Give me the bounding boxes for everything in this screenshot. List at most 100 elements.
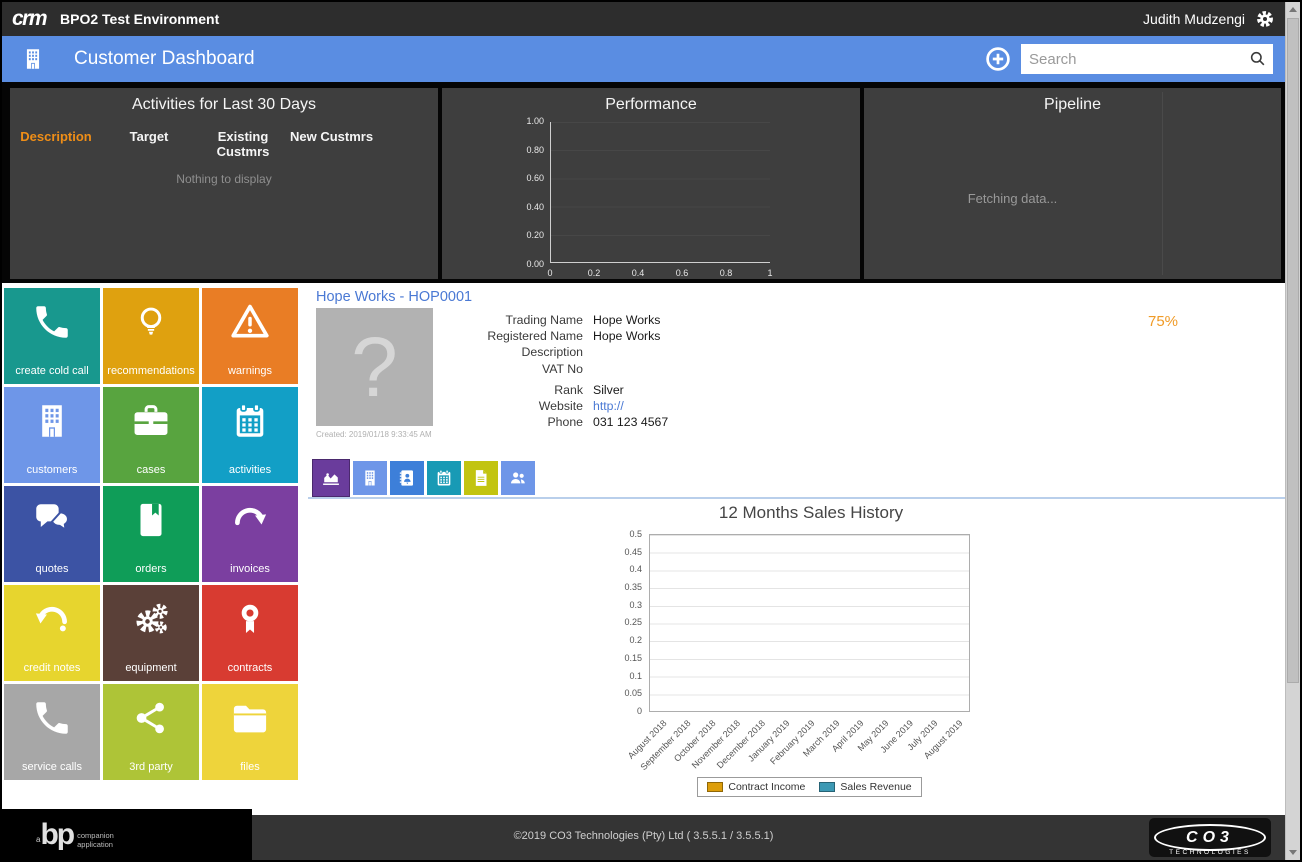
field-row: Website http:// [393,398,668,414]
sales-y-tick: 0.1 [629,670,642,681]
field-label: Description [521,345,583,360]
field-value: Hope Works [593,313,661,327]
tile-activities[interactable]: activities [202,387,298,483]
co3-logo-text: CO3 [1186,828,1234,846]
people-icon [511,472,525,484]
detail-tabs [312,459,535,497]
gears-icon [136,603,168,634]
tab-people[interactable] [501,461,535,495]
performance-y-tick: 0.40 [526,201,544,212]
customer-fields-bottom: Rank Silver Website http:// Phone 031 12… [393,382,668,431]
tile-credit-notes[interactable]: credit notes [4,585,100,681]
scrollbar-thumb[interactable] [1287,18,1299,683]
tile-contracts[interactable]: contracts [202,585,298,681]
tile-equipment[interactable]: equipment [103,585,199,681]
legend-item: Sales Revenue [819,781,912,793]
tab-activities[interactable] [427,461,461,495]
sales-y-tick: 0.2 [629,635,642,646]
tile-orders[interactable]: orders [103,486,199,582]
tile-invoices[interactable]: invoices [202,486,298,582]
field-value[interactable]: 031 123 4567 [593,414,668,430]
module-tiles: create cold call recommendations warning… [4,288,298,780]
legend-swatch [819,782,836,792]
tab-sales-chart[interactable] [312,459,350,497]
share-icon [136,702,164,734]
app-window: crm BPO2 Test Environment Judith Mudzeng… [0,0,1302,862]
field-label: Rank [554,383,583,397]
add-button-icon[interactable] [985,46,1011,72]
x-axis-slot: August 2019 [922,715,970,777]
customer-progress-percent: 75% [1148,313,1179,330]
field-value[interactable]: http:// [593,398,624,414]
calendar-icon [437,469,451,486]
tile-label: orders [135,563,167,575]
tile-files[interactable]: files [202,684,298,780]
legend-swatch [707,782,724,792]
top-bar: crm BPO2 Test Environment Judith Mudzeng… [2,2,1285,36]
contact-book-icon [399,470,413,486]
tab-customer-info[interactable] [353,461,387,495]
customer-module-icon [26,49,40,69]
performance-y-tick: 0.60 [526,173,544,184]
field-row: Trading Name Hope Works [393,312,661,328]
tile-label: invoices [230,563,270,575]
tab-documents[interactable] [464,461,498,495]
customer-detail-section: Hope Works - HOP0001 ? Created: 2019/01/… [308,283,1285,815]
book-icon [140,503,162,537]
tab-contacts[interactable] [390,461,424,495]
legend-label: Sales Revenue [840,781,912,793]
building-icon [365,470,375,486]
sales-y-tick: 0.5 [629,529,642,539]
customer-link[interactable]: Hope Works - HOP0001 [316,289,472,305]
pipeline-divider [1162,92,1163,275]
performance-x-tick: 0.6 [675,268,689,278]
settings-gear-icon[interactable] [1255,9,1275,29]
activities-column-header[interactable]: New Custmrs [290,129,373,160]
activities-column-header[interactable]: Description [10,129,102,160]
tile-label: cases [136,464,166,476]
performance-y-tick: 0.80 [526,144,544,155]
activities-column-header[interactable]: Existing Custmrs [196,129,290,160]
tile-warnings[interactable]: warnings [202,288,298,384]
field-value: Hope Works [593,329,661,344]
tile-recommendations[interactable]: recommendations [103,288,199,384]
sales-y-tick: 0.25 [624,617,642,628]
performance-x-axis: 0 0.2 0.4 0.6 0.8 1 [538,268,782,278]
dashboard-widgets-row: Activities for Last 30 Days Description T… [2,82,1285,283]
field-row: Phone 031 123 4567 [393,414,668,430]
tile-label: activities [228,464,272,476]
user-name[interactable]: Judith Mudzengi [1143,11,1245,27]
scrollbar-down-arrow[interactable] [1286,845,1300,860]
performance-x-tick: 0.4 [631,268,645,278]
tile-create-cold-call[interactable]: create cold call [4,288,100,384]
tile-service-calls[interactable]: service calls [4,684,100,780]
page-toolbar: Customer Dashboard [2,36,1285,82]
performance-panel-title: Performance [605,96,697,113]
search-icon[interactable] [1248,49,1268,69]
tile-3rd-party[interactable]: 3rd party [103,684,199,780]
sales-y-tick: 0.45 [624,546,642,557]
search-input[interactable] [1021,44,1273,74]
warning-icon [231,304,269,338]
folder-icon [233,705,267,733]
tile-quotes[interactable]: quotes [4,486,100,582]
legend-item: Contract Income [707,781,805,793]
redo-icon [235,507,267,526]
vertical-scrollbar[interactable] [1285,2,1300,860]
sales-y-tick: 0.15 [624,652,642,663]
briefcase-icon [134,405,168,435]
tile-cases[interactable]: cases [103,387,199,483]
activities-column-header[interactable]: Target [102,129,196,160]
co3-logo-subtext: TECHNOLOGIES [1169,849,1251,856]
scrollbar-up-arrow[interactable] [1286,2,1300,17]
tile-customers[interactable]: customers [4,387,100,483]
tile-label: customers [26,464,78,476]
performance-panel: Performance 1.00 0.80 0.60 0.40 0.20 0.00 0 0.… [442,88,860,279]
field-label: Phone [547,415,583,430]
tile-label: quotes [35,563,69,575]
pipeline-panel-title: Pipeline [1044,96,1101,113]
field-value[interactable]: Silver [593,382,624,398]
phone-icon [36,306,68,338]
page-title: Customer Dashboard [74,48,255,69]
tile-label: files [240,761,260,773]
